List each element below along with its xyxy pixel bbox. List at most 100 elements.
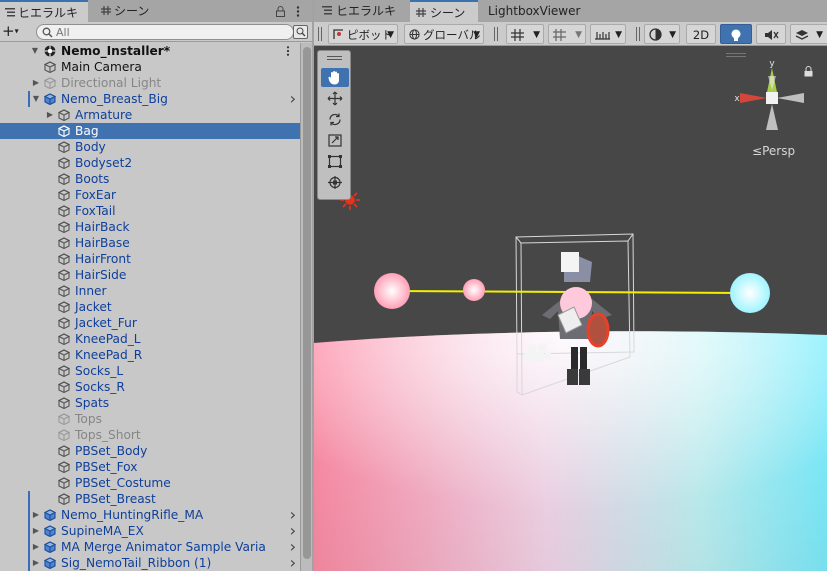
tree-row[interactable]: Main Camera xyxy=(0,59,300,75)
mode-2d-button[interactable]: 2D xyxy=(686,24,716,44)
tree-row[interactable]: HairSide xyxy=(0,267,300,283)
tree-row[interactable]: ▶ MA Merge Animator Sample Varia › xyxy=(0,539,300,555)
tree-row[interactable]: ▶ Sig_NemoTail_Ribbon (1) › xyxy=(0,555,300,571)
snap-icon xyxy=(553,29,566,41)
tree-row-label: Jacket xyxy=(75,300,112,314)
gizmo-x-label: x xyxy=(734,94,740,104)
increment-snap-dropdown[interactable]: ▼ xyxy=(548,24,586,44)
tab-scene-secondary-label: シーン xyxy=(114,4,150,18)
tree-row[interactable]: Jacket xyxy=(0,299,300,315)
kebab-menu-icon[interactable] xyxy=(296,6,300,17)
tree-row[interactable]: PBSet_Costume xyxy=(0,475,300,491)
scene-viewport[interactable]: y x ≤Persp xyxy=(314,47,827,571)
overlay-grip[interactable] xyxy=(327,56,342,57)
global-dropdown[interactable]: グローバル ▼ xyxy=(404,24,484,44)
add-object-button[interactable]: +▾ xyxy=(2,23,28,41)
gizmo-x-cone[interactable] xyxy=(740,93,767,103)
tree-row[interactable]: ▶ Nemo_HuntingRifle_MA › xyxy=(0,507,300,523)
gizmo-grip[interactable] xyxy=(726,53,746,54)
lock-icon[interactable] xyxy=(276,6,285,17)
ruler-dropdown[interactable]: ▼ xyxy=(590,24,626,44)
search-by-type-button[interactable] xyxy=(293,25,308,39)
tab-scene[interactable]: シーン xyxy=(410,0,478,22)
tree-row[interactable]: KneePad_L xyxy=(0,331,300,347)
chevron-right-icon[interactable]: › xyxy=(290,91,296,107)
root-menu-icon[interactable] xyxy=(286,46,290,56)
scale-tool-button[interactable] xyxy=(321,131,349,150)
tree-row[interactable]: FoxEar xyxy=(0,187,300,203)
rect-tool-button[interactable] xyxy=(321,152,349,171)
chevron-right-icon[interactable]: › xyxy=(290,555,296,571)
tree-row[interactable]: Socks_L xyxy=(0,363,300,379)
cyan-sphere-right[interactable] xyxy=(730,273,770,313)
chevron-right-icon[interactable]: › xyxy=(290,539,296,555)
list-icon xyxy=(5,8,15,17)
fold-open-icon[interactable]: ▼ xyxy=(30,43,40,59)
tree-row[interactable]: ▶ Armature xyxy=(0,107,300,123)
hierarchy-tab-bar: ヒエラルキー シーン xyxy=(0,0,312,42)
chevron-right-icon[interactable]: › xyxy=(290,507,296,523)
tree-row[interactable]: HairFront xyxy=(0,251,300,267)
tree-row[interactable]: PBSet_Breast xyxy=(0,491,300,507)
effects-dropdown[interactable]: ▼ xyxy=(790,24,827,44)
rotate-tool-button[interactable] xyxy=(321,110,349,129)
move-tool-button[interactable] xyxy=(321,89,349,108)
fold-closed-icon[interactable]: ▶ xyxy=(31,507,41,523)
hand-tool-button[interactable] xyxy=(321,68,349,87)
tree-row[interactable]: Tops_Short xyxy=(0,427,300,443)
gizmo-negx-cone[interactable] xyxy=(777,93,804,103)
gizmo-center-cube[interactable] xyxy=(766,92,778,104)
transform-tool-button[interactable] xyxy=(321,173,349,192)
fold-closed-icon[interactable]: ▶ xyxy=(31,75,41,91)
pivot-dropdown[interactable]: ピボット ▼ xyxy=(328,24,398,44)
tab-lightbox-viewer[interactable]: LightboxViewer xyxy=(486,0,586,22)
chevron-right-icon[interactable]: › xyxy=(290,523,296,539)
fold-closed-icon[interactable]: ▶ xyxy=(31,555,41,571)
grid-snap-dropdown[interactable]: ▼ xyxy=(506,24,544,44)
tree-row[interactable]: Boots xyxy=(0,171,300,187)
tree-row[interactable]: Bag xyxy=(0,123,300,139)
tree-row[interactable]: ▶ SupineMA_EX › xyxy=(0,523,300,539)
gameobject-cube-icon xyxy=(58,349,70,361)
tree-row[interactable]: Socks_R xyxy=(0,379,300,395)
fold-closed-icon[interactable]: ▶ xyxy=(31,539,41,555)
fold-closed-icon[interactable]: ▶ xyxy=(31,523,41,539)
fold-closed-icon[interactable]: ▶ xyxy=(45,107,55,123)
projection-label[interactable]: ≤Persp xyxy=(752,144,795,158)
persp-text: Persp xyxy=(762,144,796,158)
tree-row[interactable]: KneePad_R xyxy=(0,347,300,363)
audio-toggle[interactable] xyxy=(756,24,786,44)
hand-icon xyxy=(328,71,339,85)
pink-sphere-small[interactable] xyxy=(463,279,485,301)
tree-row[interactable]: Bodyset2 xyxy=(0,155,300,171)
tree-row[interactable]: ▼ Nemo_Breast_Big › xyxy=(0,91,300,107)
tree-row[interactable]: Inner xyxy=(0,283,300,299)
orientation-gizmo[interactable]: y x xyxy=(732,60,812,140)
shading-dropdown[interactable]: ▼ xyxy=(644,24,680,44)
tree-row[interactable]: Jacket_Fur xyxy=(0,315,300,331)
search-input[interactable] xyxy=(56,25,286,39)
tree-row[interactable]: HairBack xyxy=(0,219,300,235)
tree-row[interactable]: ▶ Directional Light xyxy=(0,75,300,91)
fold-open-icon[interactable]: ▼ xyxy=(31,91,41,107)
tree-row-label: Socks_R xyxy=(75,380,125,394)
global-label: グローバル xyxy=(423,28,481,42)
gizmo-y-label: y xyxy=(769,60,775,69)
tree-root-row[interactable]: ▼ Nemo_Installer* xyxy=(0,43,300,59)
tree-row[interactable]: PBSet_Fox xyxy=(0,459,300,475)
gizmo-negy-cone[interactable] xyxy=(766,104,778,130)
tree-row[interactable]: Spats xyxy=(0,395,300,411)
tab-hierarchy-2[interactable]: ヒエラルキー xyxy=(316,0,406,40)
tab-scene-secondary[interactable]: シーン xyxy=(96,0,166,22)
lighting-toggle[interactable] xyxy=(720,24,752,44)
tree-row[interactable]: HairBase xyxy=(0,235,300,251)
tab-hierarchy[interactable]: ヒエラルキー xyxy=(0,0,88,42)
hierarchy-scrollbar[interactable] xyxy=(300,43,312,571)
tree-row[interactable]: FoxTail xyxy=(0,203,300,219)
tree-row[interactable]: PBSet_Body xyxy=(0,443,300,459)
hierarchy-search[interactable] xyxy=(36,24,294,40)
pink-sphere-left[interactable] xyxy=(374,273,410,309)
scrollbar-thumb[interactable] xyxy=(303,47,311,559)
tree-row[interactable]: Tops xyxy=(0,411,300,427)
tree-row[interactable]: Body xyxy=(0,139,300,155)
